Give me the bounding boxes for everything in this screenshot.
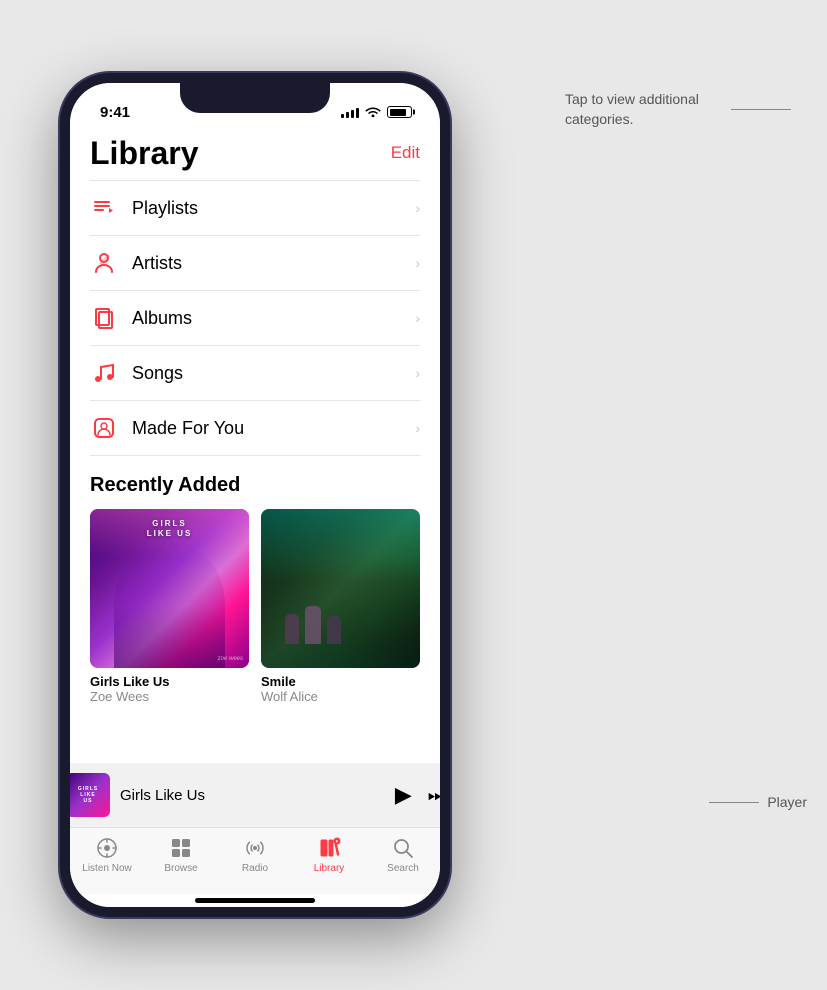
notch [180, 83, 330, 113]
album-title-girls-like-us: Girls Like Us [90, 674, 249, 689]
made-for-you-icon [90, 414, 118, 442]
tab-library[interactable]: Library [299, 836, 359, 874]
phone-frame: 9:41 [60, 73, 450, 917]
album-icon [90, 304, 118, 332]
edit-button[interactable]: Edit [391, 135, 420, 163]
playlists-chevron: › [415, 200, 420, 216]
library-list: Playlists › Artists › [90, 180, 420, 456]
recently-added-title: Recently Added [90, 474, 420, 497]
mini-player[interactable]: GIRLSLIKEUS Girls Like Us ▶ ⏭ [70, 763, 440, 827]
wifi-icon [365, 105, 381, 120]
album-art-girls-like-us: GIRLSLIKE US zoe wees [90, 509, 249, 668]
album-artist-girls-like-us: Zoe Wees [90, 689, 249, 704]
status-icons [341, 105, 412, 120]
library-item-artists[interactable]: Artists › [90, 236, 420, 291]
made-for-you-label: Made For You [132, 418, 415, 439]
library-item-made-for-you[interactable]: Made For You › [90, 401, 420, 456]
playlists-label: Playlists [132, 198, 415, 219]
artist-icon [90, 249, 118, 277]
tab-search[interactable]: Search [373, 836, 433, 874]
tab-bar: Listen Now Browse [70, 827, 440, 894]
mini-forward-button[interactable]: ⏭ [428, 785, 440, 806]
battery-icon [387, 106, 412, 118]
song-icon [90, 359, 118, 387]
mini-player-info: Girls Like Us [120, 787, 385, 804]
recently-added-section: Recently Added [90, 456, 420, 704]
tab-search-label: Search [387, 863, 419, 874]
mini-player-controls: ▶ ⏭ [395, 782, 440, 808]
page-title: Library [90, 135, 198, 172]
songs-label: Songs [132, 363, 415, 384]
home-indicator [195, 898, 315, 903]
tab-listen-now[interactable]: Listen Now [77, 836, 137, 874]
search-icon [391, 836, 415, 860]
albums-label: Albums [132, 308, 415, 329]
tab-browse[interactable]: Browse [151, 836, 211, 874]
tab-radio[interactable]: Radio [225, 836, 285, 874]
album-title-smile: Smile [261, 674, 420, 689]
tab-library-label: Library [314, 863, 345, 874]
artists-label: Artists [132, 253, 415, 274]
browse-icon [169, 836, 193, 860]
album-item-smile[interactable]: Smile Wolf Alice [261, 509, 420, 704]
callout-edit-text: Tap to view additional categories. [565, 90, 725, 129]
mini-play-button[interactable]: ▶ [395, 782, 412, 808]
album-grid: GIRLSLIKE US zoe wees Girls Like Us Zoe … [90, 509, 420, 704]
screen: 9:41 [70, 83, 440, 907]
status-time: 9:41 [100, 104, 130, 121]
library-icon [317, 836, 341, 860]
album-item-girls-like-us[interactable]: GIRLSLIKE US zoe wees Girls Like Us Zoe … [90, 509, 249, 704]
callout-player-text: Player [767, 794, 807, 810]
tab-radio-label: Radio [242, 863, 268, 874]
library-header: Library Edit [90, 127, 420, 176]
tab-browse-label: Browse [164, 863, 197, 874]
songs-chevron: › [415, 365, 420, 381]
radio-icon [243, 836, 267, 860]
library-item-albums[interactable]: Albums › [90, 291, 420, 346]
made-for-you-chevron: › [415, 420, 420, 436]
library-item-playlists[interactable]: Playlists › [90, 180, 420, 236]
albums-chevron: › [415, 310, 420, 326]
mini-player-art: GIRLSLIKEUS [70, 773, 110, 817]
mini-player-title: Girls Like Us [120, 787, 385, 804]
tab-listen-now-label: Listen Now [82, 863, 131, 874]
listen-now-icon [95, 836, 119, 860]
playlist-icon [90, 194, 118, 222]
library-item-songs[interactable]: Songs › [90, 346, 420, 401]
main-content: Library Edit Playlists › [70, 127, 440, 763]
album-artist-smile: Wolf Alice [261, 689, 420, 704]
signal-icon [341, 106, 359, 118]
artists-chevron: › [415, 255, 420, 271]
album-art-smile [261, 509, 420, 668]
